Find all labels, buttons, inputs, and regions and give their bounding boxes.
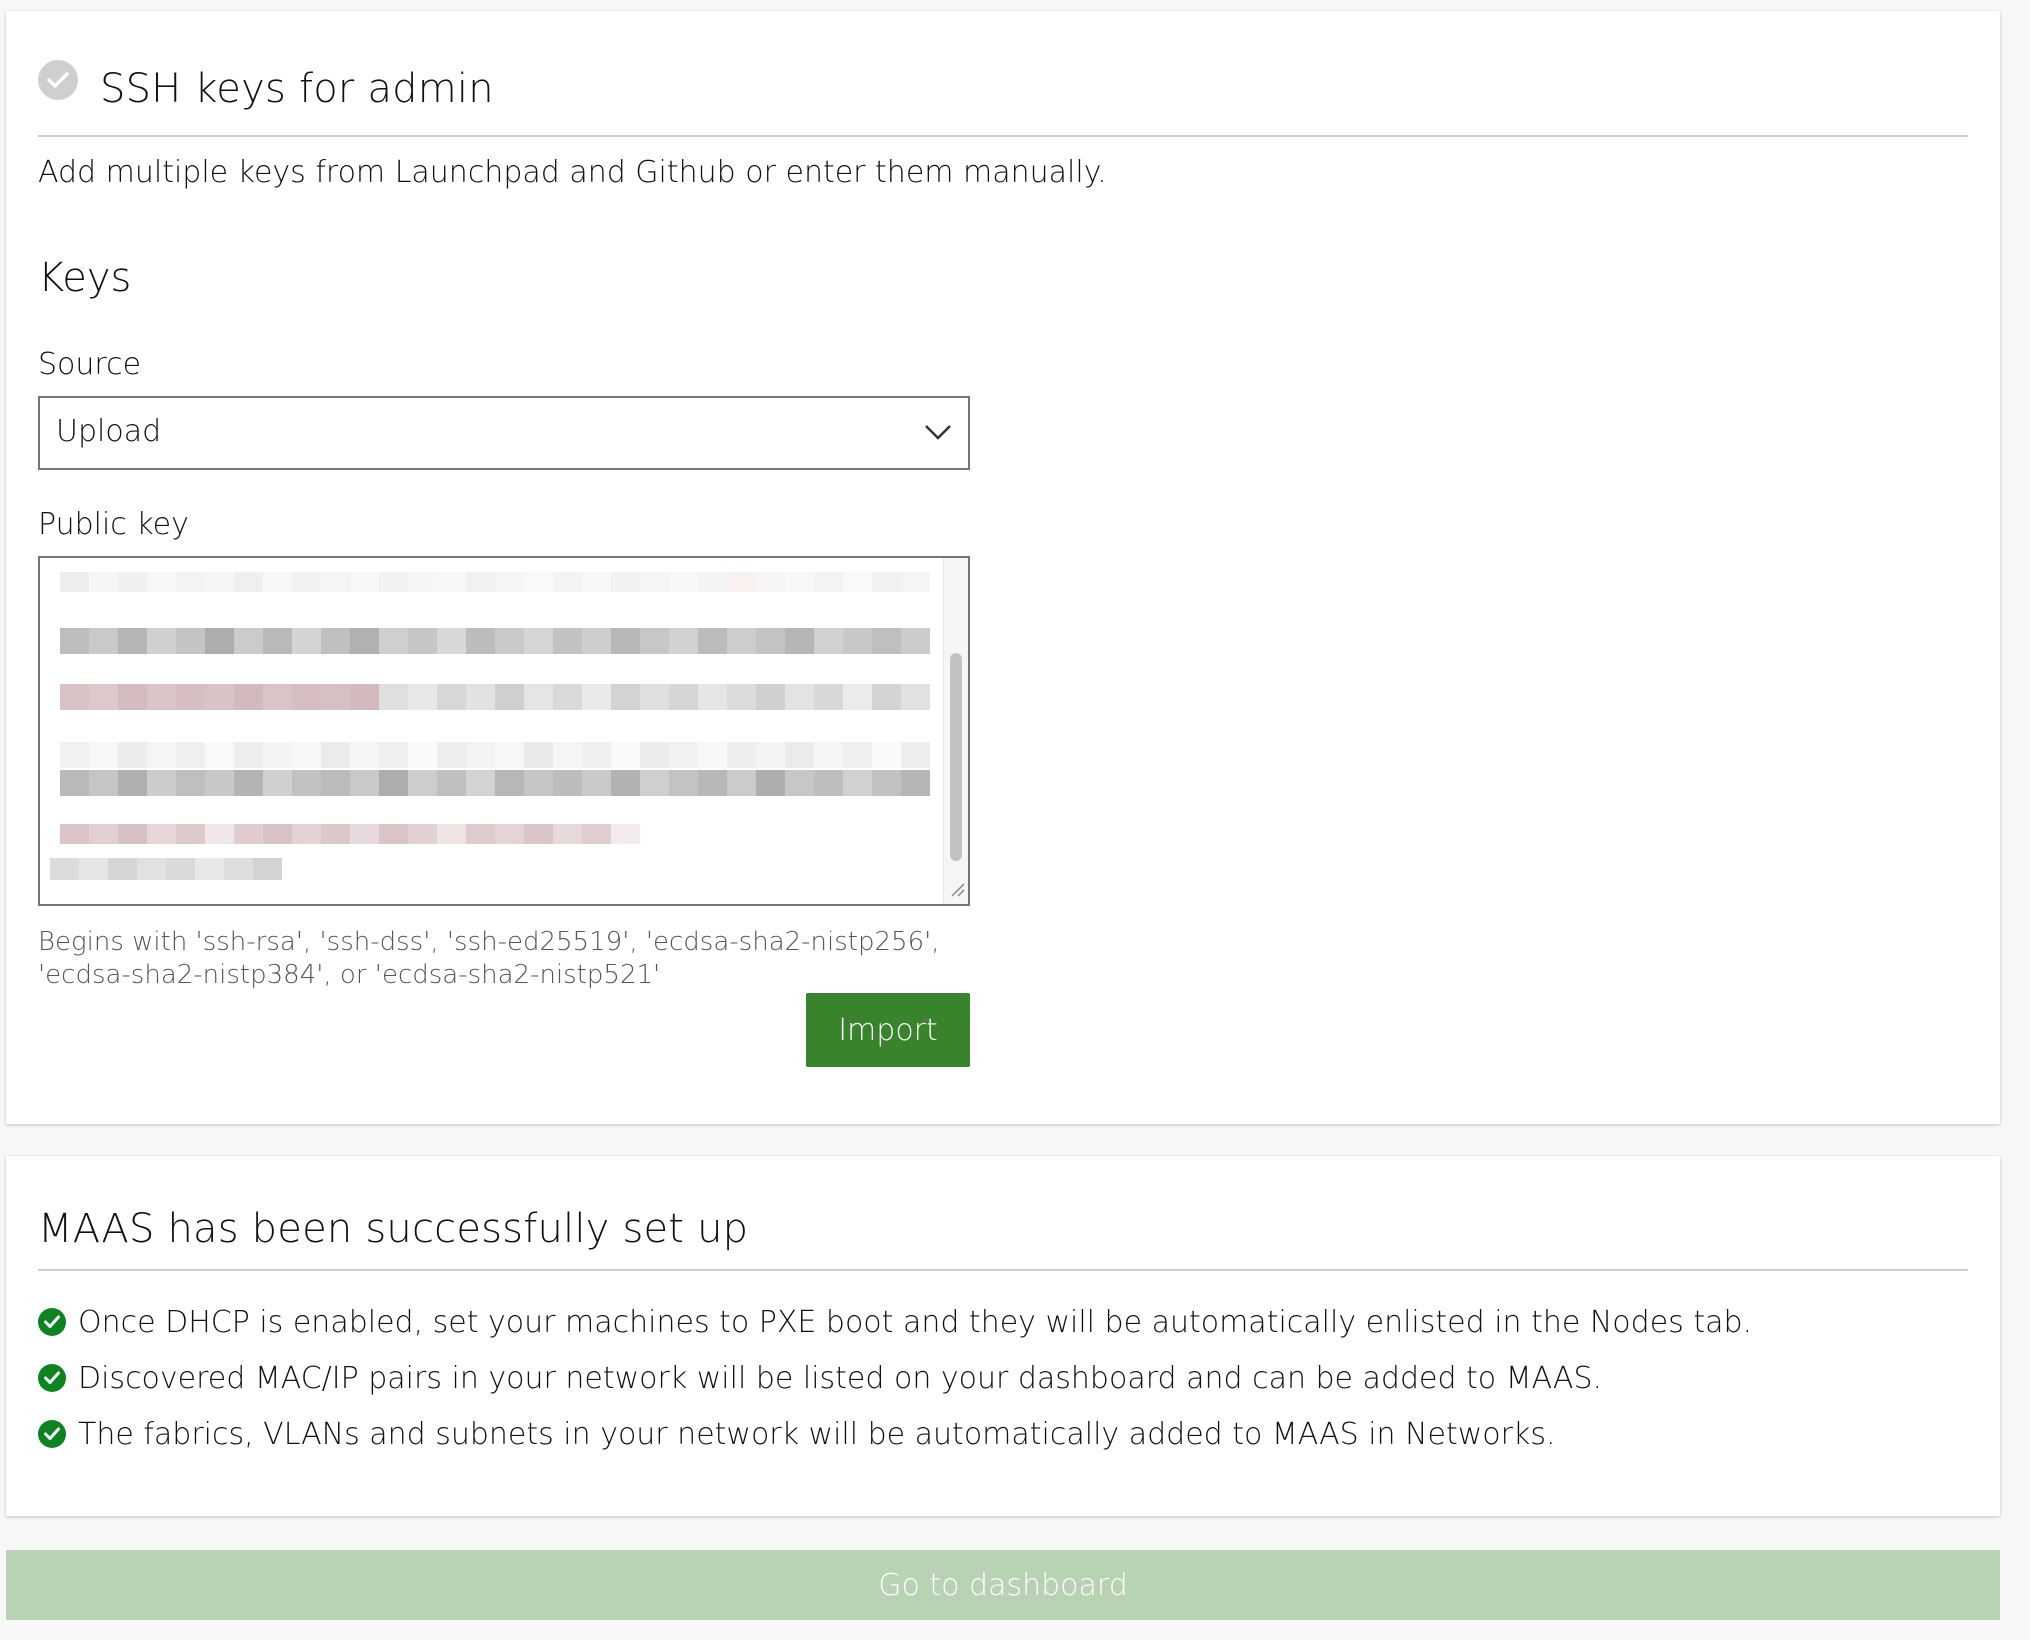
source-select-value: Upload	[56, 414, 162, 449]
list-item-text: Discovered MAC/IP pairs in your network …	[78, 1360, 1603, 1396]
public-key-help-text: Begins with 'ssh-rsa', 'ssh-dss', 'ssh-e…	[38, 927, 940, 990]
keys-section-title: Keys	[38, 255, 132, 301]
public-key-textarea[interactable]	[38, 556, 970, 906]
ssh-keys-intro: Add multiple keys from Launchpad and Git…	[38, 155, 1107, 190]
ssh-keys-title: SSH keys for admin	[100, 66, 494, 112]
step-check-icon	[38, 60, 78, 100]
success-check-icon	[38, 1308, 66, 1336]
setup-success-title: MAAS has been successfully set up	[38, 1206, 749, 1252]
list-item-text: Once DHCP is enabled, set your machines …	[78, 1304, 1753, 1340]
chevron-down-icon	[924, 422, 952, 446]
setup-success-header: MAAS has been successfully set up	[38, 1194, 1968, 1271]
setup-success-card: MAAS has been successfully set up Once D…	[6, 1156, 2000, 1516]
list-item: Once DHCP is enabled, set your machines …	[38, 1294, 1752, 1350]
source-label: Source	[38, 347, 142, 382]
import-button[interactable]: Import	[806, 993, 970, 1067]
scrollbar-thumb[interactable]	[950, 653, 962, 861]
resize-handle-icon[interactable]	[948, 880, 966, 902]
list-item: Discovered MAC/IP pairs in your network …	[38, 1350, 1752, 1406]
ssh-keys-card: SSH keys for admin Add multiple keys fro…	[6, 11, 2000, 1124]
setup-success-list: Once DHCP is enabled, set your machines …	[38, 1294, 1752, 1462]
source-select[interactable]: Upload	[38, 396, 970, 470]
ssh-keys-header: SSH keys for admin	[38, 49, 1968, 137]
list-item-text: The fabrics, VLANs and subnets in your n…	[78, 1416, 1556, 1452]
go-to-dashboard-button[interactable]: Go to dashboard	[6, 1550, 2000, 1620]
success-check-icon	[38, 1420, 66, 1448]
textarea-scrollbar[interactable]	[943, 558, 968, 904]
success-check-icon	[38, 1364, 66, 1392]
public-key-label: Public key	[38, 507, 189, 542]
list-item: The fabrics, VLANs and subnets in your n…	[38, 1406, 1752, 1462]
